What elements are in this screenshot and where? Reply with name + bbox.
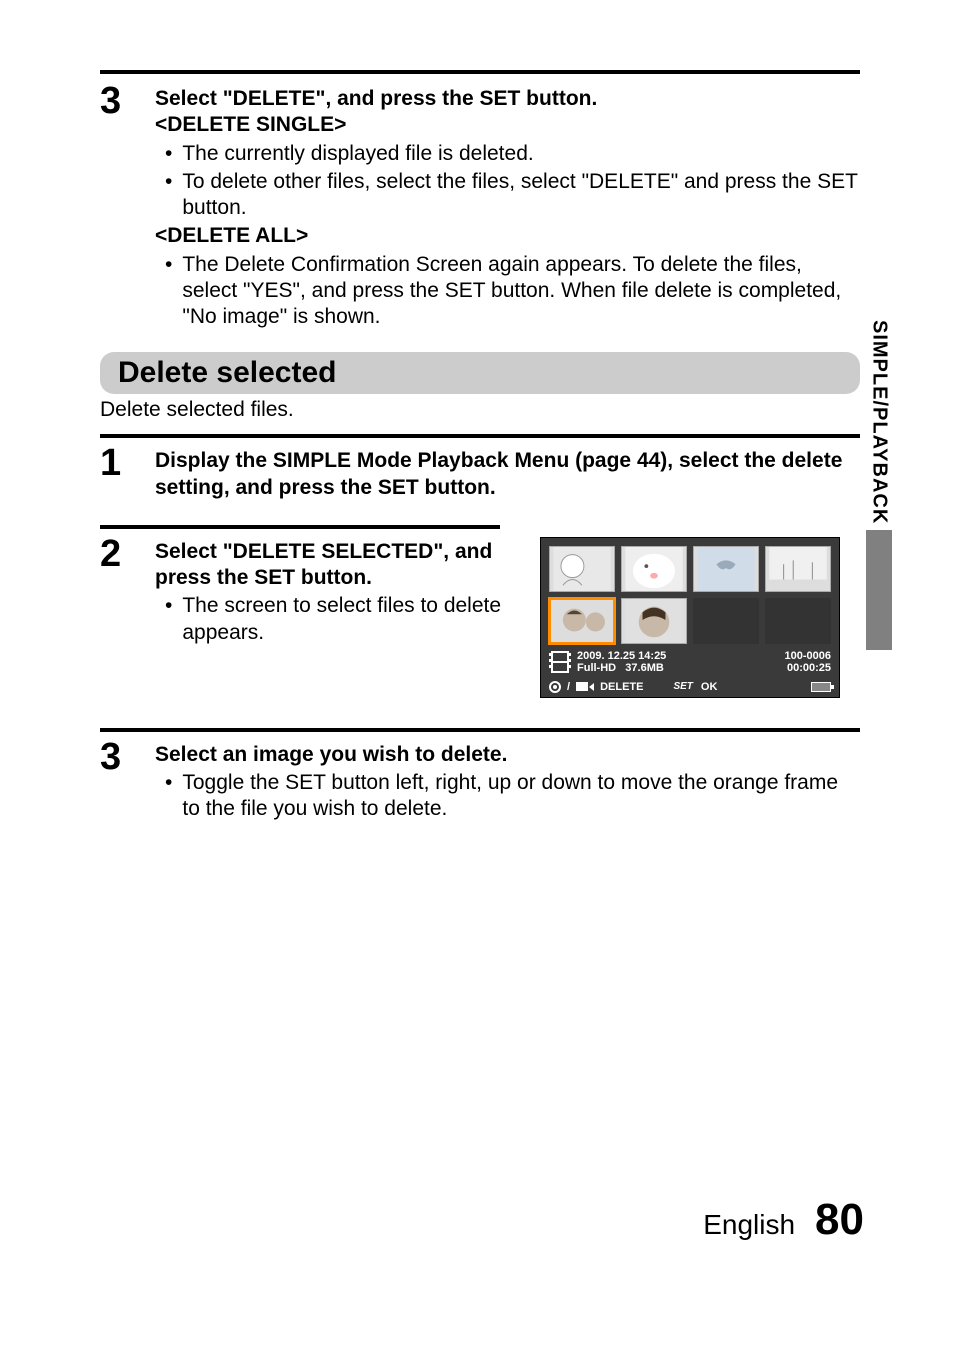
step-1: 1 Display the SIMPLE Mode Playback Menu …: [100, 442, 860, 501]
step-2: 2 Select "DELETE SELECTED", and press th…: [100, 533, 520, 698]
camera-info-row: 2009. 12.25 14:25 Full-HD 37.6MB 100-000…: [549, 650, 831, 677]
step-number: 3: [100, 736, 155, 825]
step-title: Select "DELETE", and press the SET butto…: [155, 86, 860, 112]
thumbnail: [621, 598, 687, 644]
bullet-list: •The screen to select files to delete ap…: [155, 593, 520, 646]
slash: /: [567, 681, 570, 693]
thumbnail-empty: [765, 598, 831, 644]
step-number: 1: [100, 442, 155, 501]
ok-label: OK: [701, 681, 718, 693]
step-body: Select an image you wish to delete. •Tog…: [155, 736, 860, 825]
rule-short: [100, 525, 500, 529]
page-footer: English 80: [703, 1195, 864, 1245]
camera-quality: Full-HD: [577, 662, 616, 674]
thumbnail: [693, 546, 759, 592]
bullet-list: •Toggle the SET button left, right, up o…: [155, 770, 860, 823]
thumbnail-selected: [549, 598, 615, 644]
rule: [100, 728, 860, 732]
camera-bottom-bar: / DELETE SET OK: [549, 681, 831, 693]
thumbnail-grid: [549, 546, 831, 644]
battery-icon: [811, 682, 831, 692]
delete-label: DELETE: [600, 681, 643, 693]
step-title: Select "DELETE SELECTED", and press the …: [155, 539, 520, 592]
step-title: Select an image you wish to delete.: [155, 742, 860, 768]
step-number: 2: [100, 533, 155, 698]
thumbnail: [549, 546, 615, 592]
footer-language: English: [703, 1209, 795, 1241]
rule: [100, 70, 860, 74]
video-mode-icon: [576, 682, 594, 691]
bullet-list: •The currently displayed file is deleted…: [155, 141, 860, 222]
film-icon: [549, 650, 571, 677]
subheading-delete-single: <DELETE SINGLE>: [155, 112, 860, 138]
bullet-text: The currently displayed file is deleted.: [182, 141, 533, 167]
bullet-item: •The Delete Confirmation Screen again ap…: [165, 252, 860, 331]
bullet-item: •To delete other files, select the files…: [165, 169, 860, 222]
step-number: 3: [100, 80, 155, 332]
thumbnail: [765, 546, 831, 592]
step-2-wrap: 2 Select "DELETE SELECTED", and press th…: [100, 533, 860, 698]
set-label: SET: [673, 681, 692, 692]
bullet-text: The Delete Confirmation Screen again app…: [182, 252, 860, 331]
subheading-delete-all: <DELETE ALL>: [155, 223, 860, 249]
bullet-text: Toggle the SET button left, right, up or…: [182, 770, 860, 823]
step-body: Select "DELETE SELECTED", and press the …: [155, 533, 520, 698]
camera-file-number: 100-0006: [785, 650, 832, 662]
section-heading: Delete selected: [100, 352, 860, 394]
bullet-item: •The screen to select files to delete ap…: [165, 593, 520, 646]
camera-filesize: 37.6MB: [625, 662, 664, 674]
step-body: Select "DELETE", and press the SET butto…: [155, 80, 860, 332]
camera-screen: 2009. 12.25 14:25 Full-HD 37.6MB 100-000…: [540, 537, 840, 698]
thumbnail-empty: [693, 598, 759, 644]
section-subtext: Delete selected files.: [100, 398, 860, 422]
thumbnail: [621, 546, 687, 592]
side-tab-marker: [866, 530, 892, 650]
section: Delete selected Delete selected files.: [100, 352, 860, 422]
step-title: Display the SIMPLE Mode Playback Menu (p…: [155, 448, 860, 501]
side-tab: SIMPLE/PLAYBACK: [864, 320, 894, 650]
step-body: Display the SIMPLE Mode Playback Menu (p…: [155, 442, 860, 501]
step-3a: 3 Select "DELETE", and press the SET but…: [100, 80, 860, 332]
camera-screen-illustration: 2009. 12.25 14:25 Full-HD 37.6MB 100-000…: [540, 537, 860, 698]
step-3b: 3 Select an image you wish to delete. •T…: [100, 736, 860, 825]
bullet-list: •The Delete Confirmation Screen again ap…: [155, 252, 860, 331]
camera-duration: 00:00:25: [785, 662, 832, 674]
footer-page-number: 80: [815, 1195, 864, 1245]
photo-mode-icon: [549, 681, 561, 693]
bullet-text: To delete other files, select the files,…: [182, 169, 860, 222]
camera-datetime: 2009. 12.25 14:25: [577, 650, 666, 662]
rule: [100, 434, 860, 438]
bullet-item: •The currently displayed file is deleted…: [165, 141, 860, 167]
bullet-item: •Toggle the SET button left, right, up o…: [165, 770, 860, 823]
bullet-text: The screen to select files to delete app…: [182, 593, 520, 646]
side-tab-label: SIMPLE/PLAYBACK: [868, 320, 891, 524]
page-content: 3 Select "DELETE", and press the SET but…: [100, 70, 860, 825]
